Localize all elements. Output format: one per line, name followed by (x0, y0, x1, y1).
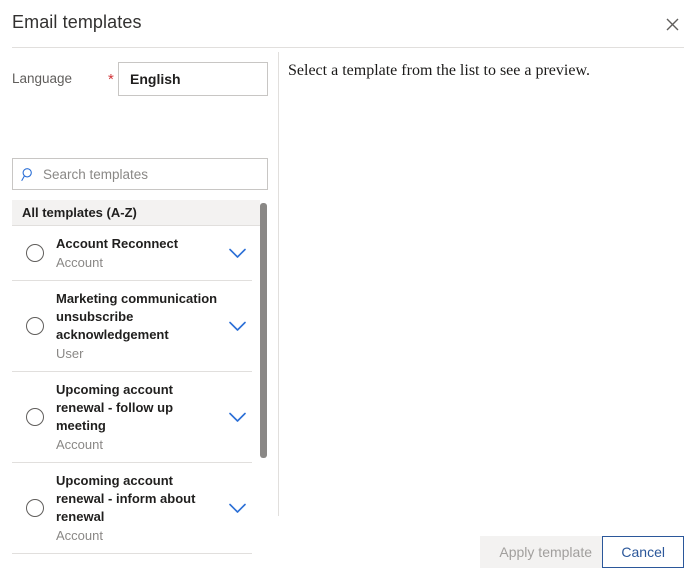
language-row: Language * English (12, 62, 268, 96)
templates-list: All templates (A-Z) Account Reconnect Ac… (12, 200, 267, 556)
list-item[interactable]: Upcoming account renewal - follow up mee… (12, 372, 252, 463)
search-input[interactable] (43, 166, 258, 182)
list-item-title: Marketing communication unsubscribe ackn… (56, 291, 218, 342)
list-group-header: All templates (A-Z) (12, 200, 260, 226)
list-scroll-region[interactable]: Account Reconnect Account Marketing comm… (12, 226, 262, 556)
list-item-subtitle: Account (56, 255, 103, 270)
list-item-subtitle: Account (56, 437, 103, 452)
dialog-footer: Apply template Cancel (0, 520, 694, 584)
chevron-down-icon[interactable] (222, 248, 252, 259)
close-button[interactable] (656, 8, 688, 40)
chevron-down-icon[interactable] (222, 412, 252, 423)
cancel-button[interactable]: Cancel (602, 536, 684, 568)
template-list-pane: Language * English All templates (A-Z) A… (0, 48, 278, 554)
search-box[interactable] (12, 158, 268, 190)
chevron-down-icon[interactable] (222, 503, 252, 514)
chevron-down-icon[interactable] (222, 321, 252, 332)
preview-pane: Select a template from the list to see a… (279, 48, 694, 520)
list-item[interactable]: Marketing communication unsubscribe ackn… (12, 281, 252, 372)
preview-empty-message: Select a template from the list to see a… (288, 62, 590, 79)
list-item[interactable]: Account Reconnect Account (12, 226, 252, 281)
list-item-text: Account Reconnect Account (56, 235, 222, 271)
language-select[interactable]: English (118, 62, 268, 96)
dialog-header: Email templates (0, 0, 694, 48)
template-radio[interactable] (26, 499, 44, 517)
language-label: Language (12, 71, 73, 86)
list-item-subtitle: User (56, 346, 84, 361)
list-item-title: Upcoming account renewal - follow up mee… (56, 382, 174, 433)
list-item-text: Upcoming account renewal - follow up mee… (56, 381, 222, 453)
list-item-text: Marketing communication unsubscribe ackn… (56, 290, 222, 362)
list-scrollbar[interactable] (260, 200, 270, 556)
template-radio[interactable] (26, 408, 44, 426)
list-item-title: Upcoming account renewal - inform about … (56, 473, 196, 524)
required-indicator: * (108, 71, 114, 88)
search-icon (13, 167, 43, 182)
list-item-title: Account Reconnect (56, 236, 179, 251)
dialog-body: Language * English All templates (A-Z) A… (0, 48, 694, 554)
template-radio[interactable] (26, 244, 44, 262)
template-radio[interactable] (26, 317, 44, 335)
scrollbar-thumb[interactable] (260, 203, 267, 458)
page-title: Email templates (12, 12, 142, 32)
apply-template-button[interactable]: Apply template (480, 536, 611, 568)
close-icon (666, 18, 679, 31)
